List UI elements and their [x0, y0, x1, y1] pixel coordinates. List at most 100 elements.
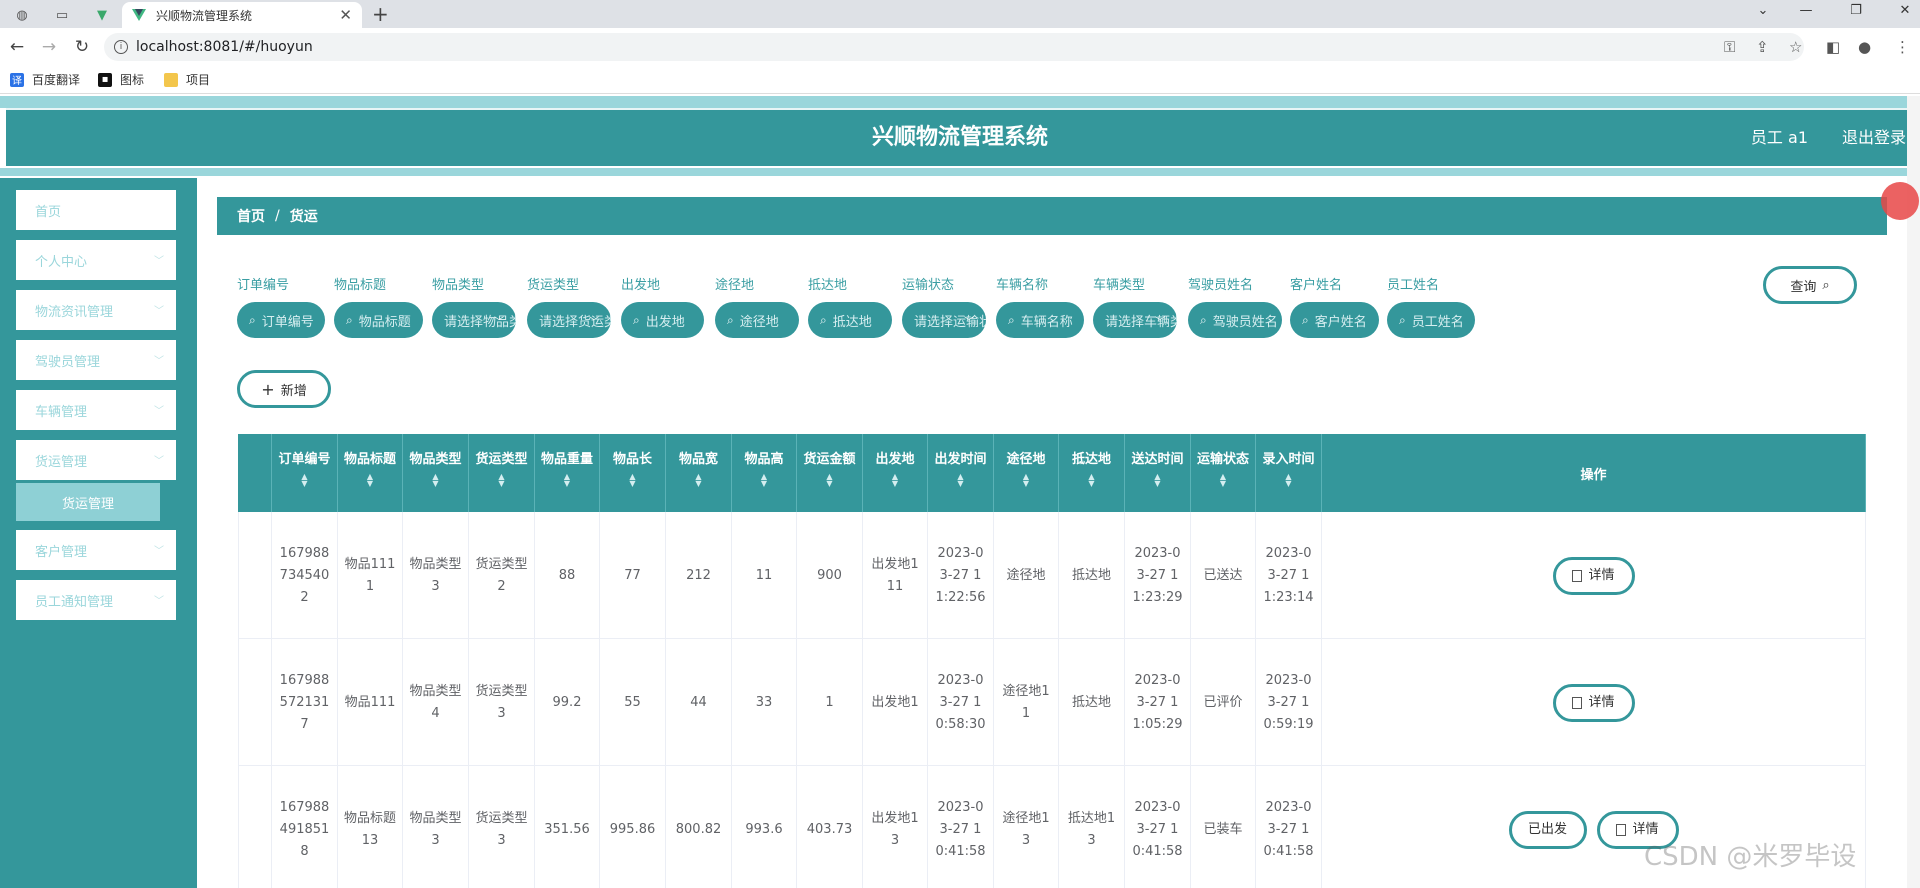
menu-dots-icon[interactable]: ⋮ [1895, 38, 1910, 56]
column-header[interactable]: 抵达地 ▲ ▼ [1059, 434, 1125, 512]
sidebar-item-customers[interactable]: 客户管理 ﹀ [16, 530, 176, 570]
depart-button[interactable]: 已出发 [1508, 810, 1587, 849]
key-icon[interactable]: ⚿ [1724, 38, 1735, 56]
sidebar-item-personal[interactable]: 个人中心 ﹀ [16, 240, 176, 280]
column-header[interactable]: 订单编号 ▲ ▼ [272, 434, 338, 512]
sort-icon[interactable]: ▲ ▼ [629, 473, 635, 488]
bookmark-star-icon[interactable]: ☆ [1789, 38, 1802, 56]
column-header[interactable]: 送达时间 ▲ ▼ [1125, 434, 1191, 512]
table-cell: 351.56 [535, 766, 600, 888]
table-row[interactable]: 1679884918518 物品标题13 物品类型3 货运类型3 351.56 995.8… [238, 766, 1866, 888]
bookmark-baidu-translate[interactable]: 译 百度翻译 [10, 71, 80, 88]
logout-link[interactable]: 退出登录 [1842, 110, 1906, 166]
sort-icon[interactable]: ▲ ▼ [564, 473, 570, 488]
share-icon[interactable]: ⇪ [1756, 38, 1769, 56]
sidebar-item-notices[interactable]: 员工通知管理 ﹀ [16, 580, 176, 620]
sidebar-subitem-freight[interactable]: 货运管理 [16, 483, 160, 521]
filter-input[interactable]: ⌕ 订单编号 [237, 302, 325, 338]
row-select-cell[interactable] [238, 512, 272, 639]
filter-label: 订单编号 [237, 278, 290, 293]
globe-icon[interactable]: ◍ [4, 4, 40, 26]
row-select-cell[interactable] [238, 639, 272, 766]
sort-icon[interactable]: ▲ ▼ [761, 473, 767, 488]
sort-icon[interactable]: ▲ ▼ [892, 473, 898, 488]
filter-input[interactable]: ⌕ 抵达地 [808, 302, 892, 338]
filter-select[interactable]: 请选择运输状态﹀ [902, 302, 986, 338]
row-select-cell[interactable] [238, 766, 272, 888]
column-header[interactable]: 物品重量 ▲ ▼ [535, 434, 600, 512]
column-header[interactable]: 出发地 ▲ ▼ [863, 434, 928, 512]
sidebar-item-vehicles[interactable]: 车辆管理 ﹀ [16, 390, 176, 430]
breadcrumb-home[interactable]: 首页 [237, 206, 265, 226]
sort-icon[interactable]: ▲ ▼ [1088, 473, 1094, 488]
table-row[interactable]: 1679885721317 物品111 物品类型4 货运类型3 99.2 55 44 33 1 出… [238, 639, 1866, 766]
filter-select[interactable]: 请选择物品类型﹀ [432, 302, 516, 338]
sort-icon[interactable]: ▲ ▼ [498, 473, 504, 488]
top-strip [0, 96, 1920, 108]
bookmark-project[interactable]: 项目 [164, 71, 210, 88]
window-close-icon[interactable]: ✕ [1890, 3, 1920, 18]
column-header-label: 录入时间 [1262, 452, 1315, 467]
column-header[interactable]: 物品长 ▲ ▼ [600, 434, 666, 512]
table-cell: 货运类型3 [469, 766, 535, 888]
column-header[interactable]: 录入时间 ▲ ▼ [1256, 434, 1322, 512]
sidebar-item-freight[interactable]: 货运管理 ﹀ [16, 440, 176, 480]
sort-icon[interactable]: ▲ ▼ [1220, 473, 1226, 488]
sidebar-item-home[interactable]: 首页 [16, 190, 176, 230]
restore-icon[interactable]: ❐ [1841, 3, 1871, 18]
sidebar-item-drivers[interactable]: 驾驶员管理 ﹀ [16, 340, 176, 380]
column-header[interactable]: 货运类型 ▲ ▼ [469, 434, 535, 512]
sort-icon[interactable]: ▲ ▼ [301, 473, 307, 488]
site-info-icon[interactable]: i [114, 40, 128, 54]
column-header[interactable]: 物品高 ▲ ▼ [732, 434, 797, 512]
tab-search-icon[interactable]: ⌄ [1748, 3, 1778, 18]
omnibox[interactable]: i localhost:8081/#/huoyun [104, 33, 1804, 61]
sort-icon[interactable]: ▲ ▼ [1285, 473, 1291, 488]
column-header[interactable]: 途径地 ▲ ▼ [994, 434, 1059, 512]
column-header[interactable]: 货运金额 ▲ ▼ [797, 434, 863, 512]
sort-icon[interactable]: ▲ ▼ [695, 473, 701, 488]
chevron-down-icon: ﹀ [154, 356, 164, 367]
active-tab[interactable]: 兴顺物流管理系统 ✕ [122, 2, 362, 28]
vue-tab-icon[interactable]: ▼ [84, 4, 120, 26]
detail-button[interactable]: 详情 [1552, 683, 1635, 722]
new-tab-icon[interactable]: + [372, 2, 389, 26]
table-row[interactable]: 1679887345402 物品1111 物品类型3 货运类型2 88 77 212 11 90… [238, 512, 1866, 639]
sort-icon[interactable]: ▲ ▼ [957, 473, 963, 488]
url-text[interactable]: localhost:8081/#/huoyun [136, 39, 313, 55]
filter-input[interactable]: ⌕ 车辆名称 [996, 302, 1084, 338]
blank-tab-icon[interactable]: ▭ [44, 4, 80, 26]
filter-input[interactable]: ⌕ 驾驶员姓名 [1188, 302, 1282, 338]
sort-icon[interactable]: ▲ ▼ [826, 473, 832, 488]
table-cell: 2023-03-27 11:05:29 [1125, 639, 1191, 766]
detail-button[interactable]: 详情 [1552, 556, 1635, 595]
back-icon[interactable]: ← [6, 37, 28, 57]
column-header[interactable]: 物品标题 ▲ ▼ [338, 434, 403, 512]
side-panel-icon[interactable]: ◧ [1826, 38, 1840, 56]
column-header[interactable]: 物品类型 ▲ ▼ [403, 434, 469, 512]
chevron-down-icon: ﹀ [154, 306, 164, 317]
minimize-icon[interactable]: — [1791, 3, 1821, 18]
sort-icon[interactable]: ▲ ▼ [432, 473, 438, 488]
filter-input[interactable]: ⌕ 物品标题 [334, 302, 423, 338]
sidebar-item-news[interactable]: 物流资讯管理 ﹀ [16, 290, 176, 330]
filter-input[interactable]: ⌕ 途径地 [715, 302, 799, 338]
sort-icon[interactable]: ▲ ▼ [367, 473, 373, 488]
filter-select[interactable]: 请选择车辆类型﹀ [1093, 302, 1177, 338]
filter-select[interactable]: 请选择货运类型﹀ [527, 302, 611, 338]
sort-icon[interactable]: ▲ ▼ [1023, 473, 1029, 488]
reload-icon[interactable]: ↻ [71, 37, 93, 57]
column-header[interactable]: 运输状态 ▲ ▼ [1191, 434, 1256, 512]
add-button[interactable]: + 新增 [237, 370, 331, 408]
sort-icon[interactable]: ▲ ▼ [1154, 473, 1160, 488]
profile-icon[interactable]: ● [1858, 38, 1871, 56]
filter-input[interactable]: ⌕ 出发地 [621, 302, 704, 338]
column-header[interactable]: 出发时间 ▲ ▼ [928, 434, 994, 512]
tab-close-icon[interactable]: ✕ [339, 6, 352, 24]
query-button[interactable]: 查询 ⌕ [1763, 266, 1857, 304]
forward-icon[interactable]: → [38, 37, 60, 57]
filter-input[interactable]: ⌕ 客户姓名 [1290, 302, 1379, 338]
filter-input[interactable]: ⌕ 员工姓名 [1387, 302, 1475, 338]
column-header[interactable]: 物品宽 ▲ ▼ [666, 434, 732, 512]
bookmark-icons[interactable]: ▪ 图标 [98, 71, 144, 88]
